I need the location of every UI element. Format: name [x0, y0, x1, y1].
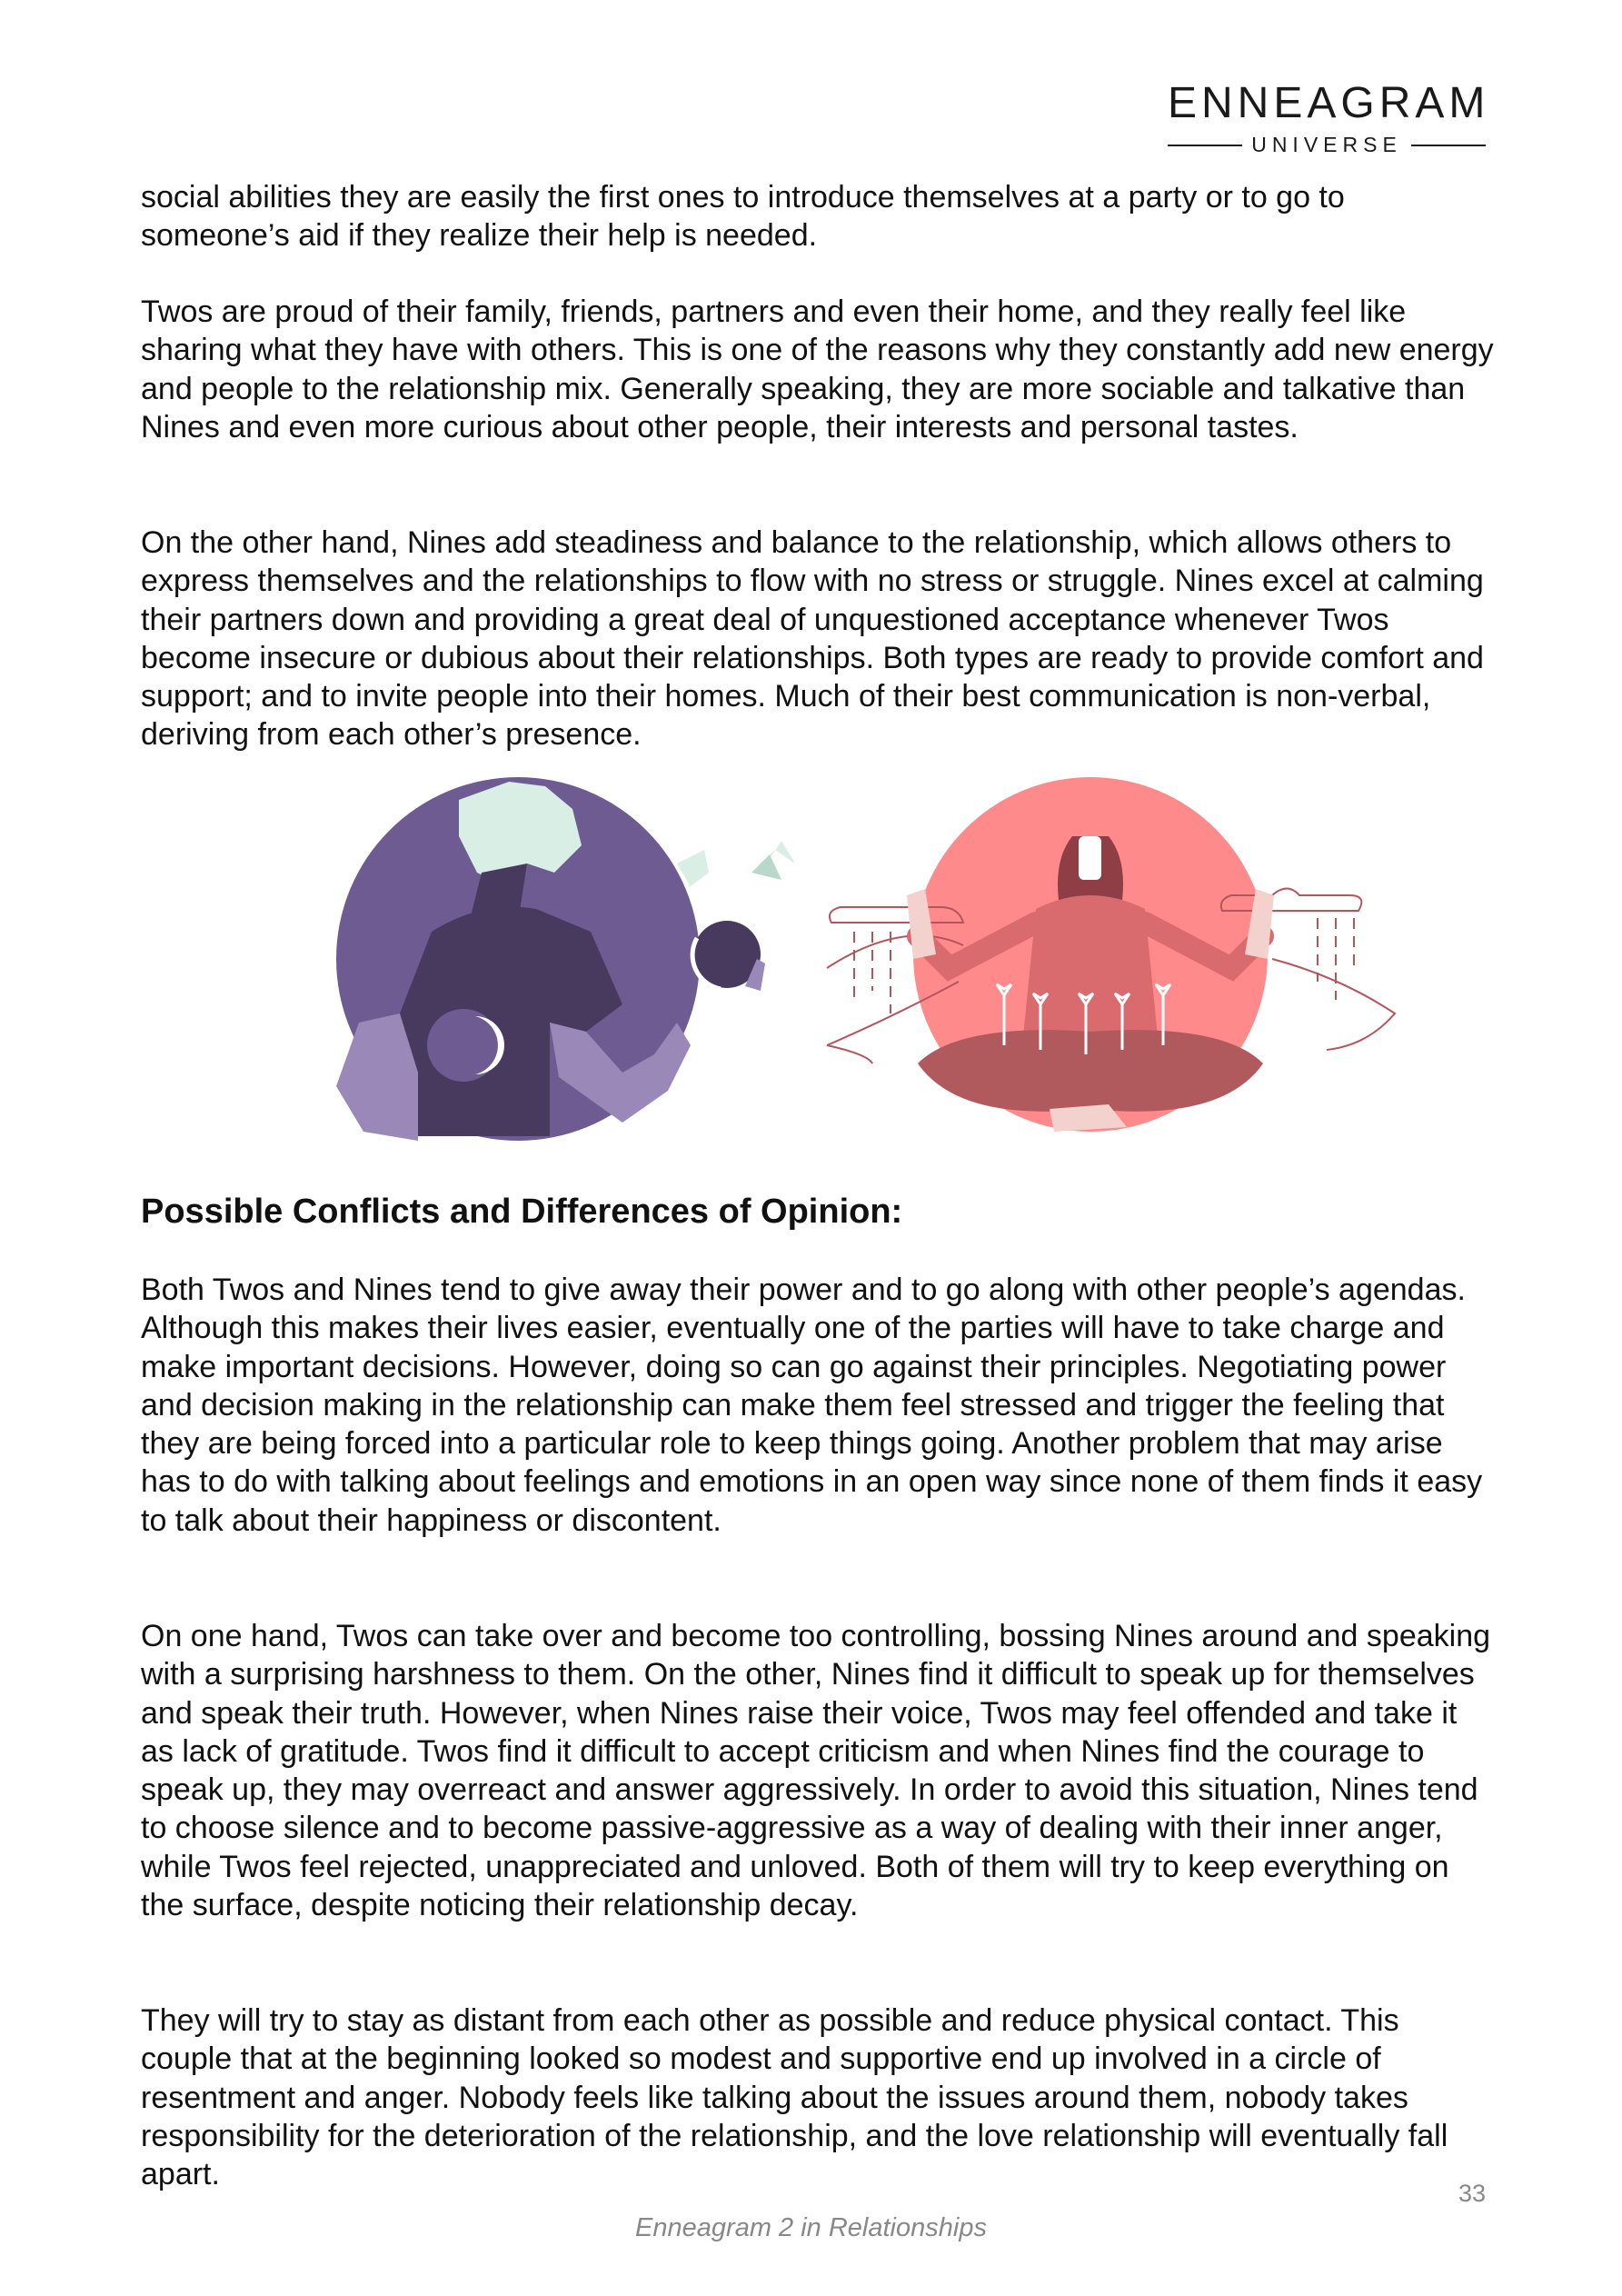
- footer-book-title: Enneagram 2 in Relationships: [635, 2213, 987, 2242]
- section-heading: Possible Conflicts and Differences of Op…: [141, 1193, 903, 1231]
- two-figure-illustration: [336, 777, 795, 1141]
- twos-and-nines-illustration: [336, 777, 1397, 1141]
- paragraph-2: Twos are proud of their family, friends,…: [141, 294, 1494, 444]
- logo-subtitle: UNIVERSE: [1251, 133, 1402, 156]
- nine-meditation-illustration: [826, 777, 1397, 1132]
- paragraph-6: They will try to stay as distant from ea…: [141, 2003, 1448, 2192]
- enneagram-universe-logo: ENNEAGRAM UNIVERSE: [1168, 82, 1486, 157]
- logo-rule-right: [1410, 144, 1486, 146]
- paragraph-5: On one hand, Twos can take over and beco…: [141, 1619, 1491, 1923]
- paragraph-1: social abilities they are easily the fir…: [141, 180, 1345, 254]
- logo-subtitle-row: UNIVERSE: [1168, 133, 1486, 157]
- logo-title: ENNEAGRAM: [1168, 79, 1490, 127]
- paragraph-4: Both Twos and Nines tend to give away th…: [141, 1273, 1483, 1538]
- paragraph-3: On the other hand, Nines add steadiness …: [141, 525, 1484, 753]
- page-number: 33: [1458, 2180, 1486, 2207]
- logo-rule-left: [1168, 144, 1243, 146]
